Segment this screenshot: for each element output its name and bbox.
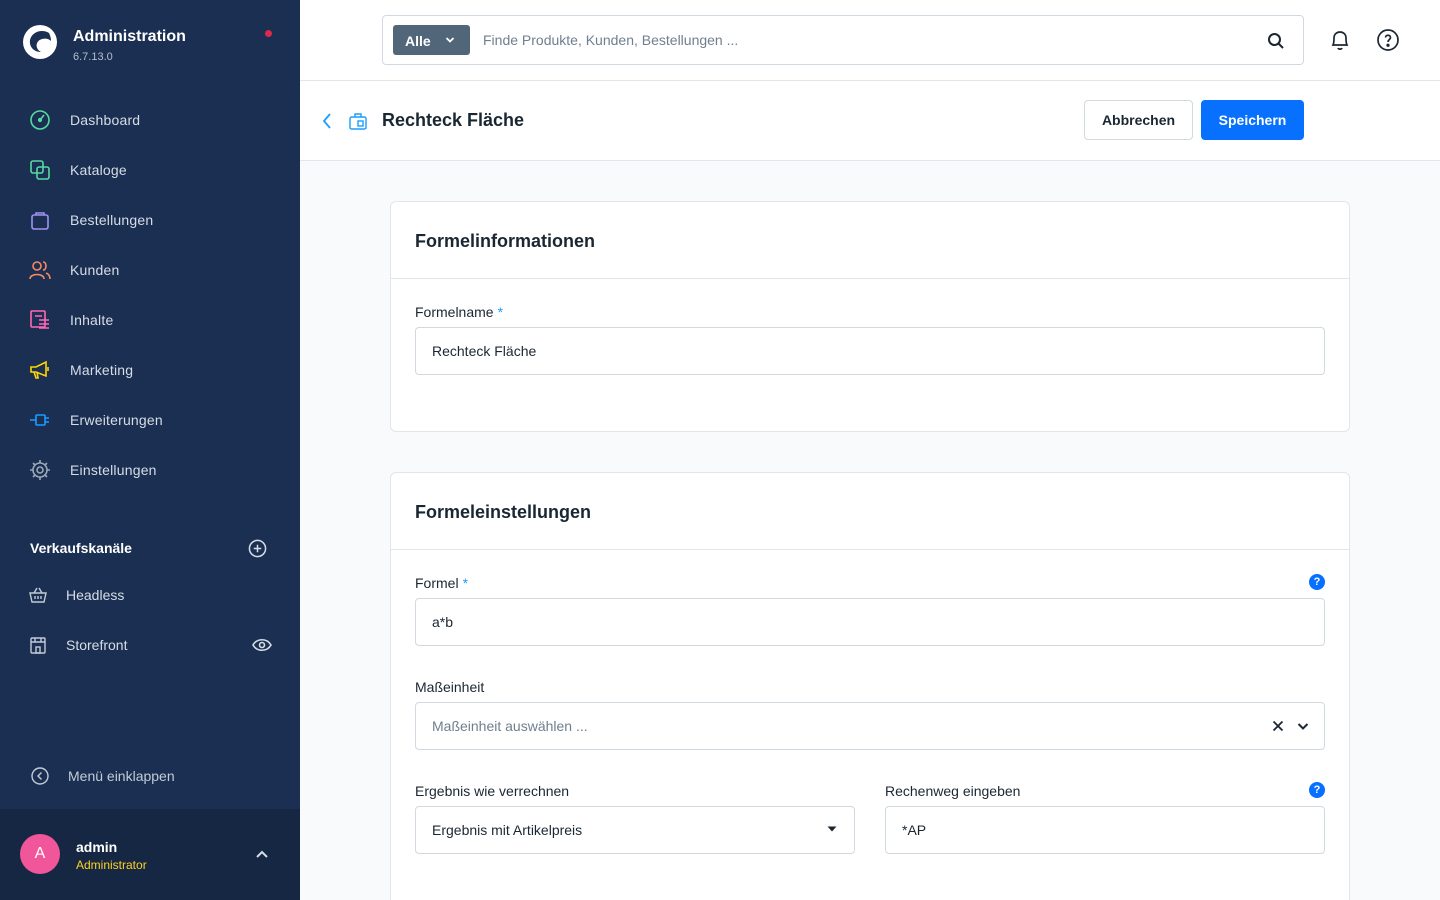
field-label-text: Formel — [415, 575, 459, 591]
shopping-bag-icon — [31, 212, 49, 230]
search-icon[interactable] — [1267, 32, 1285, 50]
collapse-menu-label: Menü einklappen — [68, 768, 175, 784]
calc-path-field — [885, 806, 1325, 854]
catalog-icon — [30, 160, 50, 180]
user-name: admin — [76, 839, 118, 855]
sales-channels-title: Verkaufskanäle — [30, 540, 132, 556]
sales-channel-headless[interactable]: Headless — [0, 575, 300, 615]
sidebar-item-label: Einstellungen — [70, 462, 157, 478]
sidebar-item-label: Kunden — [70, 262, 120, 278]
back-chevron-icon[interactable] — [320, 111, 334, 131]
calc-path-label: Rechenweg eingeben — [885, 783, 1021, 799]
status-indicator — [265, 30, 272, 37]
formula-name-field — [415, 327, 1325, 375]
add-sales-channel-icon[interactable] — [248, 539, 267, 558]
sidebar-item-label: Marketing — [70, 362, 134, 378]
help-icon[interactable] — [1376, 28, 1400, 52]
chevron-down-icon — [445, 37, 455, 43]
sidebar-item-label: Bestellungen — [70, 212, 154, 228]
app-version: 6.7.13.0 — [73, 51, 113, 63]
users-icon — [29, 261, 51, 280]
result-mode-select[interactable]: Ergebnis mit Artikelpreis — [415, 806, 855, 854]
unit-select[interactable]: Maßeinheit auswählen ... — [415, 702, 1325, 750]
sidebar-item-label: Dashboard — [70, 112, 141, 128]
chevron-up-icon[interactable] — [254, 848, 270, 860]
card-title: Formeleinstellungen — [415, 502, 592, 522]
sidebar-item-dashboard[interactable]: Dashboard — [0, 100, 300, 140]
sidebar-item-einstellungen[interactable]: Einstellungen — [0, 450, 300, 490]
smart-bar: Rechteck Fläche Abbrechen Speichern — [300, 81, 1440, 161]
sidebar-item-label: Inhalte — [70, 312, 114, 328]
unit-select-placeholder: Maßeinheit auswählen ... — [432, 718, 588, 734]
formula-name-label: Formelname * — [415, 304, 503, 320]
formula-info-card: Formelinformationen Formelname * — [390, 201, 1350, 432]
card-header: Formelinformationen — [391, 202, 1349, 279]
cancel-button[interactable]: Abbrechen — [1084, 100, 1193, 140]
notification-bell-icon[interactable] — [1328, 28, 1352, 52]
avatar: A — [20, 834, 60, 874]
eye-icon[interactable] — [252, 637, 272, 653]
gear-icon — [30, 460, 50, 480]
sales-channel-label: Headless — [66, 587, 125, 603]
card-title: Formelinformationen — [415, 231, 596, 251]
chevron-left-circle-icon — [31, 767, 49, 785]
calc-path-help-icon[interactable]: ? — [1309, 782, 1325, 798]
field-label-text: Formelname — [415, 304, 494, 320]
storefront-icon — [30, 637, 46, 654]
chevron-down-icon — [827, 826, 837, 832]
module-icon — [349, 113, 367, 130]
sidebar-item-label: Erweiterungen — [70, 412, 163, 428]
formula-help-icon[interactable]: ? — [1309, 574, 1325, 590]
formula-name-input[interactable] — [432, 340, 1280, 362]
save-button[interactable]: Speichern — [1201, 100, 1304, 140]
basket-icon — [29, 587, 47, 603]
brand: Administration 6.7.13.0 — [0, 0, 300, 80]
formula-settings-card: Formeleinstellungen Formel* ? Maßeinheit… — [390, 472, 1350, 900]
formula-input[interactable] — [432, 611, 1280, 633]
result-mode-value: Ergebnis mit Artikelpreis — [432, 822, 583, 838]
content-icon — [30, 310, 49, 329]
sales-channel-label: Storefront — [66, 637, 128, 653]
app-title: Administration — [73, 28, 186, 45]
user-role: Administrator — [76, 858, 147, 872]
sidebar-item-label: Kataloge — [70, 162, 127, 178]
formula-label: Formel * — [415, 575, 468, 591]
chevron-down-icon[interactable] — [1297, 722, 1309, 731]
dashboard-icon — [30, 110, 50, 130]
calc-path-input[interactable] — [902, 819, 1280, 841]
search-type-label: Alle — [405, 33, 431, 49]
formula-field — [415, 598, 1325, 646]
collapse-menu-button[interactable]: Menü einklappen — [0, 756, 300, 796]
required-mark: * — [497, 304, 504, 320]
sidebar-item-erweiterungen[interactable]: Erweiterungen — [0, 400, 300, 440]
page-title: Rechteck Fläche — [382, 110, 525, 130]
sidebar-item-kunden[interactable]: Kunden — [0, 250, 300, 290]
search-type-dropdown[interactable]: Alle — [393, 25, 470, 55]
shopware-logo-icon — [23, 25, 57, 59]
sidebar: Administration 6.7.13.0 Dashboard Katalo… — [0, 0, 300, 900]
search-input[interactable] — [483, 28, 1243, 52]
unit-label: Maßeinheit — [415, 679, 485, 695]
megaphone-icon — [30, 360, 49, 379]
clear-icon[interactable] — [1272, 720, 1284, 732]
sales-channel-storefront[interactable]: Storefront — [0, 625, 300, 665]
required-mark: * — [462, 575, 469, 591]
sidebar-item-kataloge[interactable]: Kataloge — [0, 150, 300, 190]
result-mode-label: Ergebnis wie verrechnen — [415, 783, 570, 799]
sidebar-item-marketing[interactable]: Marketing — [0, 350, 300, 390]
global-search: Alle — [382, 15, 1304, 65]
sidebar-item-bestellungen[interactable]: Bestellungen — [0, 200, 300, 240]
user-panel[interactable]: A admin Administrator — [0, 809, 300, 900]
plug-icon — [30, 414, 49, 426]
top-bar: Alle — [300, 0, 1440, 81]
sidebar-item-inhalte[interactable]: Inhalte — [0, 300, 300, 340]
card-header: Formeleinstellungen — [391, 473, 1349, 550]
